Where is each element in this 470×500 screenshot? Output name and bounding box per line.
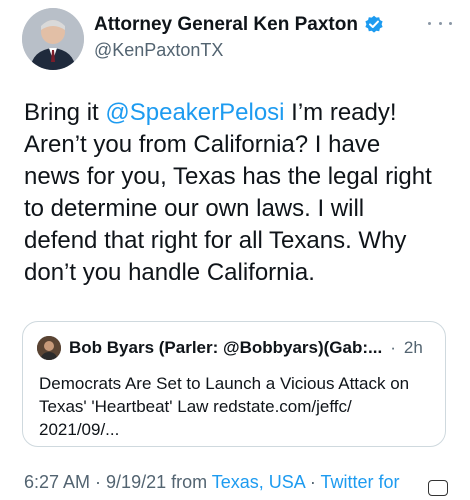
quoted-tweet-header: Bob Byars (Parler: @Bobbyars)(Gab:... · … xyxy=(37,336,423,360)
tweet-text-post: I’m ready! Aren’t you from California? I… xyxy=(24,99,432,286)
camera-watermark-icon xyxy=(428,480,448,496)
author-handle[interactable]: @KenPaxtonTX xyxy=(94,40,384,61)
display-name-row: Attorney General Ken Paxton xyxy=(94,14,384,36)
tweet-text-pre: Bring it xyxy=(24,99,106,126)
meta-separator: · xyxy=(304,472,321,492)
tweet-metadata: 6:27 AM · 9/19/21 from Texas, USA · Twit… xyxy=(24,472,464,493)
more-options-icon[interactable] xyxy=(428,16,452,30)
verified-badge-icon xyxy=(364,15,384,35)
quoted-tweet[interactable]: Bob Byars (Parler: @Bobbyars)(Gab:... · … xyxy=(22,321,446,447)
tweet-date[interactable]: 9/19/21 from xyxy=(106,472,212,492)
quoted-separator: · xyxy=(390,338,396,357)
quoted-author-name: Bob Byars (Parler: @Bobbyars)(Gab:... xyxy=(69,338,383,357)
client-link[interactable]: Twitter for xyxy=(321,472,400,492)
author-avatar[interactable] xyxy=(22,8,84,70)
quoted-tweet-text: Democrats Are Set to Launch a Vicious At… xyxy=(39,374,410,439)
quoted-timestamp: 2h xyxy=(403,338,423,357)
tweet-text: Bring it @SpeakerPelosi I’m ready! Aren’… xyxy=(24,97,454,289)
mention-link[interactable]: @SpeakerPelosi xyxy=(105,99,284,126)
tweet-time[interactable]: 6:27 AM xyxy=(24,472,90,492)
tweet-header: Attorney General Ken Paxton @KenPaxtonTX xyxy=(22,8,452,70)
meta-separator: · xyxy=(90,472,107,492)
author-names: Attorney General Ken Paxton @KenPaxtonTX xyxy=(94,14,384,61)
author-display-name[interactable]: Attorney General Ken Paxton xyxy=(94,14,358,36)
location-link[interactable]: Texas, USA xyxy=(212,472,305,492)
quoted-author-avatar xyxy=(37,336,61,360)
